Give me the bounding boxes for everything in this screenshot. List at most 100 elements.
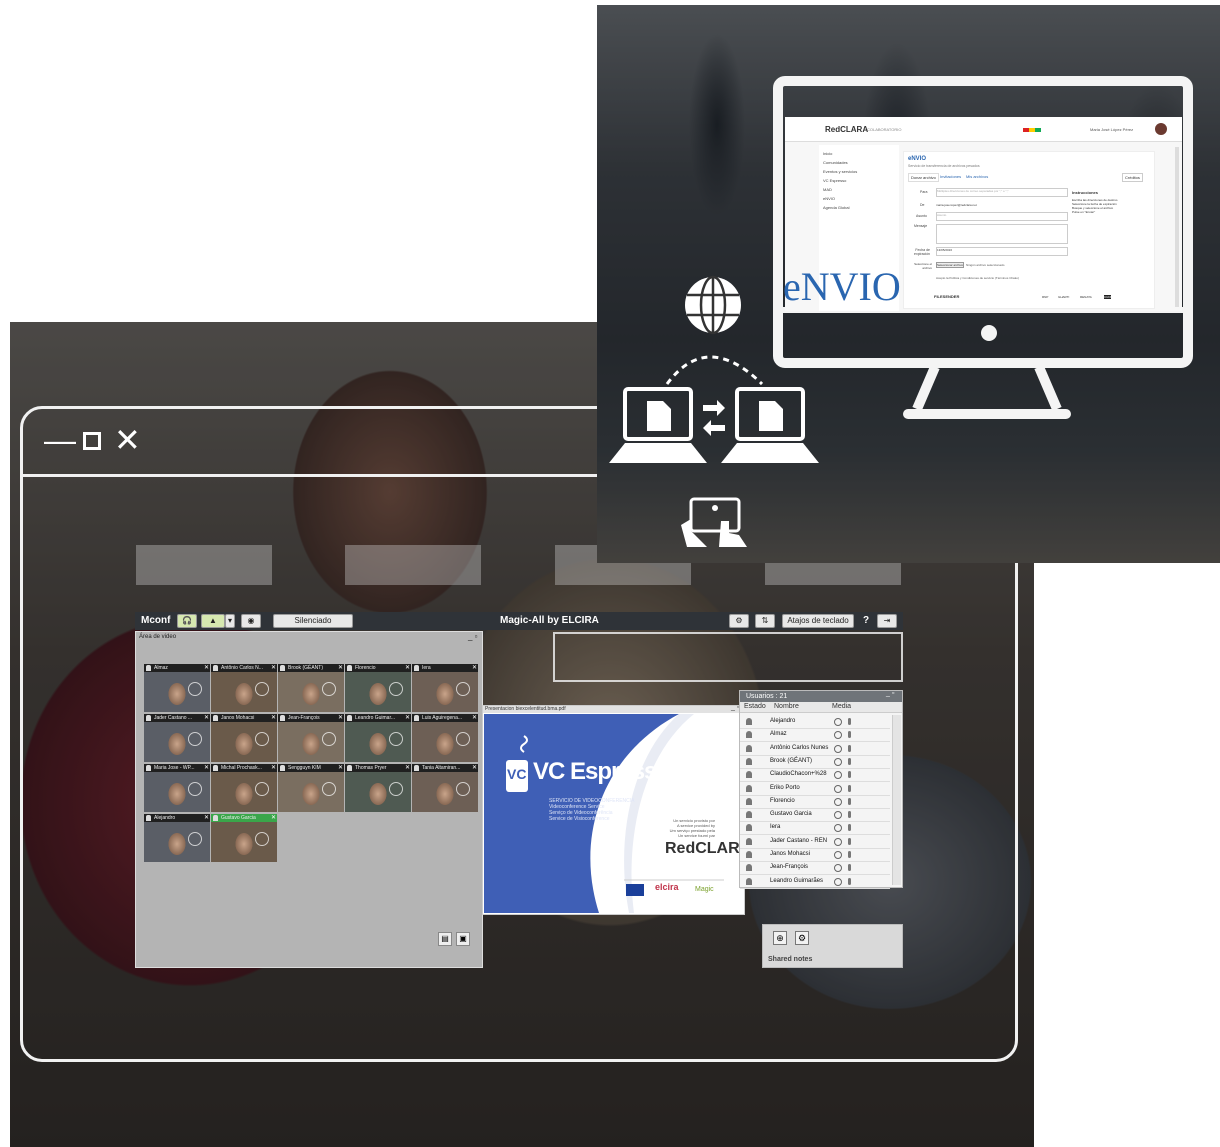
video-tile[interactable]: Janos Mohacsi ✕ [211,714,277,762]
video-tile[interactable]: Maria Jose - WP... ✕ [144,764,210,812]
video-tile[interactable]: Thomas Pryer ✕ [345,764,411,812]
microphone-icon[interactable] [848,784,851,792]
microphone-icon[interactable] [848,718,851,725]
webcam-icon[interactable] [834,731,842,740]
webcam-icon[interactable] [834,797,842,806]
microphone-icon[interactable] [848,731,851,739]
microphone-icon[interactable] [848,797,851,805]
close-icon[interactable]: ✕ [472,764,477,772]
user-row[interactable]: Gustavo Garcia [740,808,890,823]
microphone-icon[interactable] [848,824,851,832]
microphone-icon[interactable] [848,877,851,885]
user-row[interactable]: Leandro Guimarães [740,875,890,889]
close-icon[interactable]: ✕ [271,814,276,822]
webcam-icon[interactable] [834,784,842,793]
close-icon[interactable]: ✕ [204,814,209,822]
close-icon[interactable]: ✕ [271,764,276,772]
to-input[interactable]: Múltiples direcciones de correo separada… [936,188,1068,197]
sidebar-item-mad[interactable]: MAD [823,185,857,194]
envio-scrollbar[interactable] [1175,147,1179,307]
close-icon[interactable]: ✕ [204,714,209,722]
video-tile[interactable]: Brook (GÉANT) ✕ [278,664,344,712]
subject-input[interactable]: Asunto [936,212,1068,221]
video-tile[interactable]: Alejandro ✕ [144,814,210,862]
video-tile[interactable]: Iera ✕ [412,664,478,712]
user-row[interactable]: Brook (GÉANT) [740,755,890,769]
webcam-icon[interactable] [834,811,842,820]
video-tile[interactable]: Jean-François ✕ [278,714,344,762]
close-icon[interactable]: ✕ [405,664,410,672]
user-row[interactable]: Almaz [740,728,890,743]
document-icon[interactable]: ▤ [438,932,452,946]
notes-settings-icon[interactable]: ⚙ [795,931,809,945]
maximize-icon[interactable] [83,432,101,450]
expiry-input[interactable]: 13/05/2016 [936,247,1068,256]
video-tile[interactable]: Antônio Carlos N... ✕ [211,664,277,712]
webcam-icon[interactable] [834,837,842,846]
user-row[interactable]: Antônio Carlos Nunes [740,742,890,756]
webcam-icon[interactable] [834,851,842,859]
webcam-dropdown-icon[interactable]: ▾ [225,614,235,628]
video-tile[interactable]: Gustavo Garcia ✕ [211,814,277,862]
close-icon[interactable]: ✕ [338,714,343,722]
video-tile[interactable]: Leandro Guimar... ✕ [345,714,411,762]
microphone-icon[interactable] [848,771,851,779]
sidebar-item-envio[interactable]: eNVIO [823,194,857,203]
save-icon[interactable]: ▣ [456,932,470,946]
sidebar-item-comunidades[interactable]: Comunidades [823,158,857,167]
user-row[interactable]: Eriko Porto [740,782,890,796]
microphone-icon[interactable] [848,837,851,845]
logout-icon[interactable]: ⇥ [877,614,897,628]
avatar[interactable] [1155,123,1167,135]
notes-add-icon[interactable]: ⊕ [773,931,787,945]
video-tile[interactable]: Michal Prochask... ✕ [211,764,277,812]
close-icon[interactable]: ✕ [472,714,477,722]
user-row[interactable]: Iera [740,821,890,836]
webcam-icon[interactable] [834,877,842,886]
close-icon[interactable]: ✕ [114,424,141,456]
col-estado[interactable]: Estado [744,703,766,710]
webcam-icon[interactable] [834,718,842,726]
microphone-icon[interactable] [848,864,851,872]
users-minimize-icon[interactable]: _ ▫ [886,690,894,697]
webcam-icon[interactable] [834,771,842,780]
microphone-icon[interactable] [848,851,851,858]
close-icon[interactable]: ✕ [405,764,410,772]
col-nombre[interactable]: Nombre [774,703,799,710]
webcam-button[interactable]: ▲ [201,614,225,628]
video-area-minimize-icon[interactable]: _ ▫ [468,632,478,641]
microphone-icon[interactable] [848,744,851,752]
headset-button[interactable]: 🎧 [177,614,197,628]
close-icon[interactable]: ✕ [271,664,276,672]
video-tile[interactable]: Jader Castano ... ✕ [144,714,210,762]
video-tile[interactable]: Sengguyn KIM ✕ [278,764,344,812]
close-icon[interactable]: ✕ [472,664,477,672]
sidebar-item-inicio[interactable]: Inicio [823,149,857,158]
col-media[interactable]: Media [832,703,851,710]
close-icon[interactable]: ✕ [405,714,410,722]
sidebar-item-eventos[interactable]: Eventos y servicios [823,167,857,176]
credits-button[interactable]: Créditos [1122,173,1143,182]
video-tile[interactable]: Florencio ✕ [345,664,411,712]
close-icon[interactable]: ✕ [338,764,343,772]
video-tile[interactable]: Almaz ✕ [144,664,210,712]
close-icon[interactable]: ✕ [204,764,209,772]
video-tile[interactable]: Tania Altamiran... ✕ [412,764,478,812]
microphone-icon[interactable] [848,757,851,765]
microphone-icon[interactable] [848,811,851,819]
users-scrollbar[interactable] [892,715,901,885]
sidebar-item-agenda[interactable]: Agenda Global [823,203,857,212]
mute-button[interactable]: Silenciado [273,614,353,628]
message-textarea[interactable] [936,224,1068,244]
tab-mis-archivos[interactable]: Mis archivos [966,174,988,179]
language-flags-icon[interactable] [1023,128,1041,132]
help-button[interactable]: ? [863,615,869,626]
record-button[interactable]: ◉ [241,614,261,628]
webcam-icon[interactable] [834,757,842,766]
layout-icon[interactable]: ⇅ [755,614,775,628]
user-row[interactable]: Florencio [740,795,890,809]
close-icon[interactable]: ✕ [271,714,276,722]
user-row[interactable]: Jean-François [740,861,890,876]
shortcuts-button[interactable]: Atajos de teclado [782,614,854,628]
webcam-icon[interactable] [834,744,842,753]
